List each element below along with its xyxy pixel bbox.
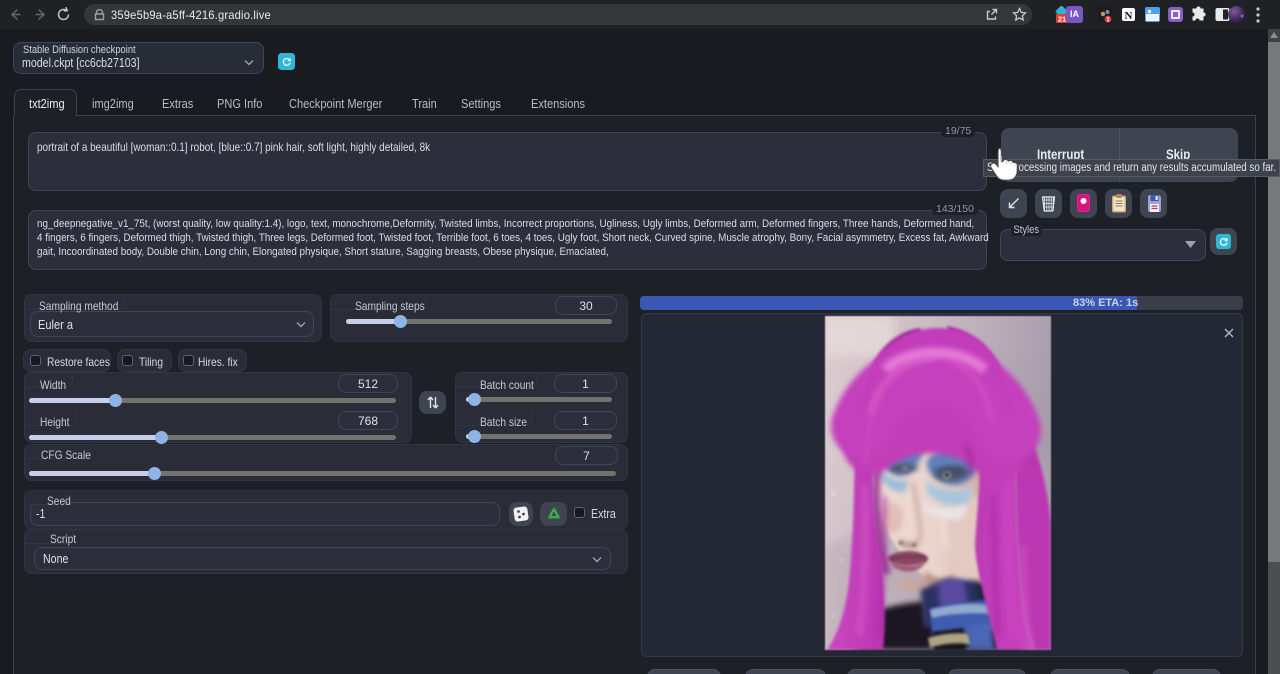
svg-text:21: 21 — [1057, 15, 1065, 24]
svg-text:N: N — [1124, 10, 1132, 22]
